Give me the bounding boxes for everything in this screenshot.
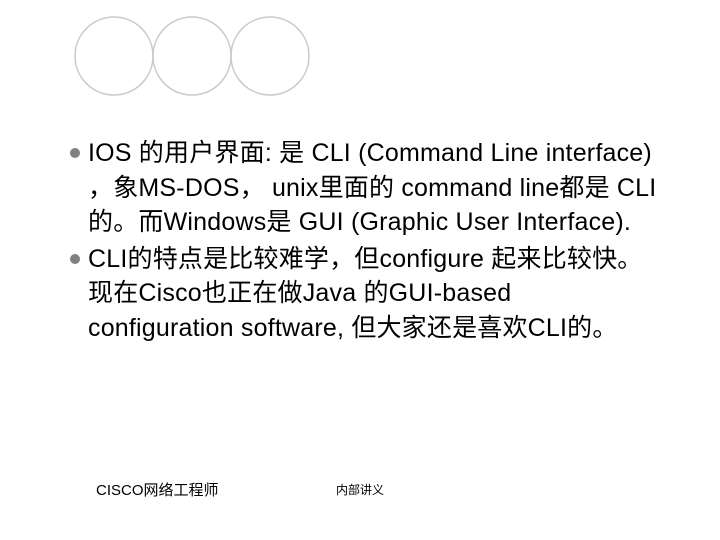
footer-center-text: 内部讲义 [336,481,384,498]
decorative-circles [72,14,312,98]
circles-svg [72,14,312,98]
slide-footer: CISCO网络工程师 内部讲义 [0,476,720,500]
bullet-text: CLI的特点是比较难学，但configure 起来比较快。现在Cisco也正在做… [88,242,660,346]
slide-body: IOS 的用户界面: 是 CLI (Command Line interface… [70,136,660,347]
bullet-text: IOS 的用户界面: 是 CLI (Command Line interface… [88,136,660,240]
bullet-dot-icon [70,254,80,264]
bullet-dot-icon [70,148,80,158]
footer-left-text: CISCO网络工程师 [96,479,219,500]
bullet-item: IOS 的用户界面: 是 CLI (Command Line interface… [70,136,660,240]
bullet-item: CLI的特点是比较难学，但configure 起来比较快。现在Cisco也正在做… [70,242,660,346]
slide: IOS 的用户界面: 是 CLI (Command Line interface… [0,0,720,540]
